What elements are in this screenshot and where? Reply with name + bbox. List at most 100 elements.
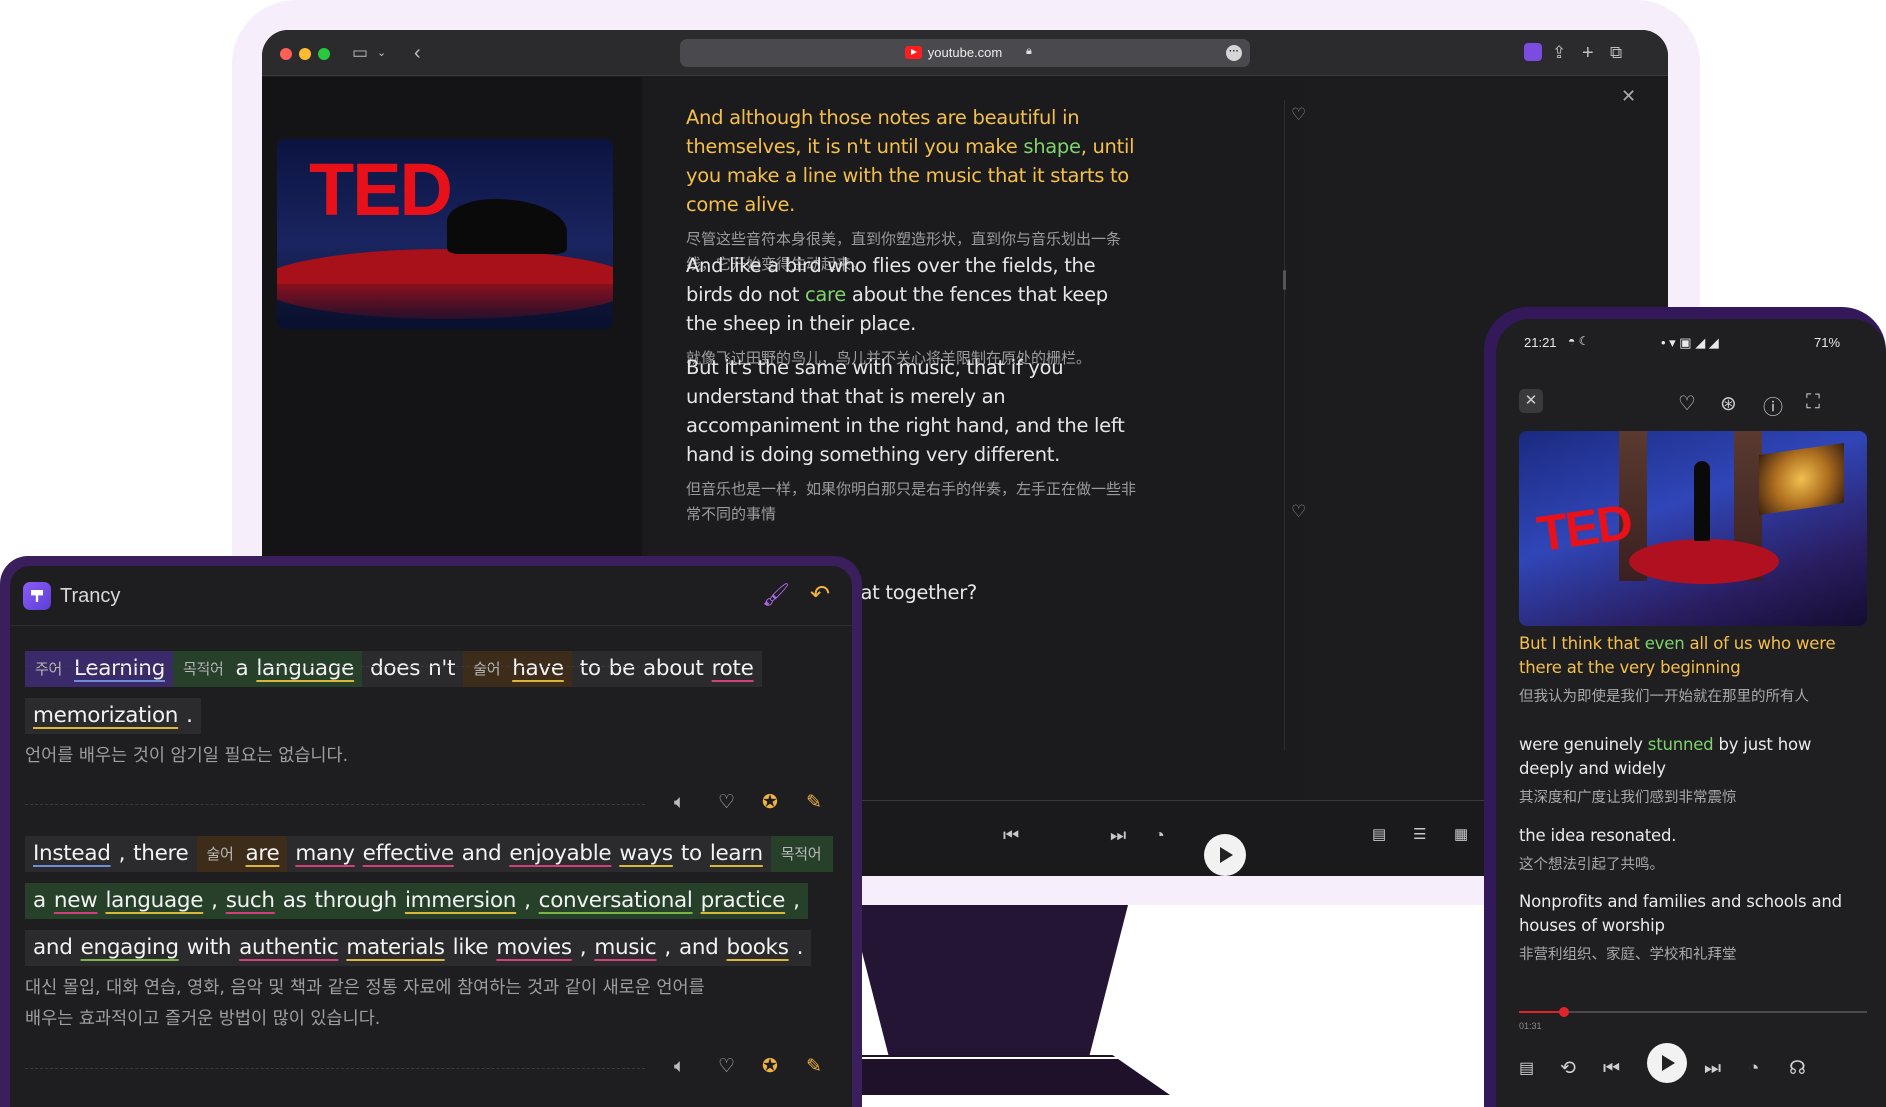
heart-icon[interactable]: ♡ — [718, 1054, 735, 1080]
phone-transcript-line[interactable]: But I think that even all of us who were… — [1519, 632, 1869, 708]
magic-wand-icon[interactable]: ✎ — [806, 790, 822, 816]
video-player[interactable]: TED — [277, 139, 613, 329]
word[interactable]: through — [315, 888, 398, 913]
plain-segment[interactable]: memorization. — [25, 697, 201, 734]
play-button[interactable] — [1204, 834, 1246, 876]
speaker-icon[interactable]: 🔈︎ — [674, 790, 685, 816]
highlighted-word[interactable]: care — [805, 283, 846, 306]
speed-icon[interactable]: ◔ — [1154, 825, 1165, 845]
info-icon[interactable]: ⓘ — [1763, 391, 1783, 420]
heart-icon[interactable]: ♡ — [1678, 391, 1696, 416]
word[interactable]: music — [594, 935, 656, 960]
word[interactable]: , — [793, 888, 800, 913]
word[interactable]: , — [580, 935, 587, 960]
magic-wand-icon[interactable]: ✎ — [806, 1054, 822, 1080]
transcript-line[interactable]: But it's the same with music, that if yo… — [686, 353, 1136, 527]
speaker-icon[interactable]: 🔈︎ — [674, 1054, 685, 1080]
word[interactable]: memorization — [33, 703, 178, 728]
phone-video-player[interactable]: TED — [1519, 431, 1867, 626]
word[interactable]: , — [119, 841, 126, 866]
speed-icon[interactable]: ◔ — [1748, 1058, 1759, 1080]
word[interactable]: . — [797, 935, 804, 960]
word[interactable]: and — [33, 935, 73, 960]
translate-icon[interactable]: ✪ — [762, 1054, 778, 1080]
predicate-segment[interactable]: 술어 have — [463, 650, 572, 687]
word[interactable]: have — [512, 656, 564, 681]
highlighted-word[interactable]: stunned — [1648, 735, 1714, 754]
word[interactable]: , — [524, 888, 531, 913]
word[interactable]: materials — [346, 935, 445, 960]
word[interactable]: books — [727, 935, 789, 960]
word[interactable]: new — [54, 888, 98, 913]
heart-icon[interactable]: ♡ — [1291, 502, 1306, 522]
phone-transcript-line[interactable]: Nonprofits and families and schools and … — [1519, 890, 1869, 966]
object-segment[interactable]: 목적어 — [770, 835, 834, 872]
word[interactable]: like — [453, 935, 489, 960]
new-tab-icon[interactable]: + — [1582, 40, 1594, 66]
word[interactable]: , — [211, 888, 218, 913]
headphones-icon[interactable]: ☊ — [1789, 1058, 1806, 1080]
phone-transcript-line[interactable]: the idea resonated. 这个想法引起了共鸣。 — [1519, 824, 1869, 876]
word[interactable]: be — [609, 656, 636, 681]
word[interactable]: language — [105, 888, 203, 913]
word[interactable]: such — [226, 888, 275, 913]
heart-icon[interactable]: ♡ — [718, 790, 735, 816]
chevron-down-icon[interactable]: ⌄ — [377, 40, 386, 66]
word[interactable]: a — [235, 656, 248, 681]
close-icon[interactable]: ✕ — [1519, 389, 1543, 413]
word[interactable]: and — [462, 841, 502, 866]
highlighted-word[interactable]: shape — [1023, 135, 1081, 158]
word[interactable]: , — [664, 935, 671, 960]
word[interactable]: many — [295, 841, 355, 866]
word[interactable]: movies — [496, 935, 572, 960]
address-bar[interactable]: youtube.com 🔒︎ ··· — [680, 39, 1250, 67]
share-icon[interactable]: ⇪ — [1552, 40, 1566, 66]
word[interactable]: to — [580, 656, 601, 681]
trancy-extension-icon[interactable] — [1524, 43, 1542, 61]
word[interactable]: with — [187, 935, 232, 960]
plain-segment[interactable]: and engaging with authentic materials like mov… — [25, 929, 812, 966]
undo-icon[interactable]: ↶ — [810, 580, 830, 609]
ai-sparkle-icon[interactable]: ⊛ — [1720, 391, 1737, 416]
layout-icon[interactable]: ☰ — [1413, 825, 1426, 845]
object-segment[interactable]: a new language, such as through immersion, conv… — [25, 882, 808, 919]
word[interactable]: n't — [428, 656, 455, 681]
word[interactable]: language — [256, 656, 354, 681]
next-icon[interactable]: ⏭ — [1110, 825, 1126, 845]
word[interactable]: there — [133, 841, 189, 866]
word[interactable]: ways — [619, 841, 673, 866]
word[interactable]: are — [246, 841, 280, 866]
highlighter-icon[interactable]: 🖌︎ — [762, 582, 790, 608]
subtitle-icon[interactable]: ▤ — [1519, 1058, 1534, 1080]
progress-knob[interactable] — [1559, 1007, 1570, 1017]
word[interactable]: engaging — [81, 935, 179, 960]
word[interactable]: enjoyable — [509, 841, 611, 866]
progress-bar[interactable] — [1519, 1007, 1867, 1017]
previous-icon[interactable]: ⏮ — [1603, 1058, 1620, 1080]
word[interactable]: Learning — [74, 656, 165, 681]
word[interactable]: conversational — [539, 888, 693, 913]
previous-icon[interactable]: ⏮ — [1003, 825, 1019, 845]
repeat-icon[interactable]: ⟲ — [1560, 1058, 1576, 1080]
word[interactable]: as — [283, 888, 307, 913]
ellipsis-icon[interactable]: ··· — [1226, 45, 1242, 61]
subject-segment[interactable]: 주어 Learning — [25, 650, 173, 687]
word[interactable]: . — [186, 703, 193, 728]
back-arrow-icon[interactable]: ‹ — [414, 40, 421, 66]
subtitle-icon[interactable]: ▤ — [1372, 825, 1386, 845]
word[interactable]: authentic — [239, 935, 339, 960]
predicate-segment[interactable]: 술어 are — [196, 835, 288, 872]
scrollbar-track[interactable] — [1284, 100, 1285, 750]
plain-segment[interactable]: many effective and enjoyable ways to learn — [287, 835, 771, 872]
close-icon[interactable]: ✕ — [1621, 86, 1636, 107]
play-button[interactable] — [1647, 1043, 1687, 1083]
plain-segment[interactable]: does n't — [362, 650, 464, 687]
close-window-button[interactable] — [280, 48, 292, 60]
word[interactable]: immersion — [405, 888, 516, 913]
phone-transcript-line[interactable]: were genuinely stunned by just how deepl… — [1519, 733, 1869, 809]
plain-segment[interactable]: Instead, there — [25, 835, 197, 872]
minimize-window-button[interactable] — [299, 48, 311, 60]
word[interactable]: does — [370, 656, 420, 681]
word[interactable]: to — [681, 841, 702, 866]
word[interactable]: practice — [701, 888, 786, 913]
